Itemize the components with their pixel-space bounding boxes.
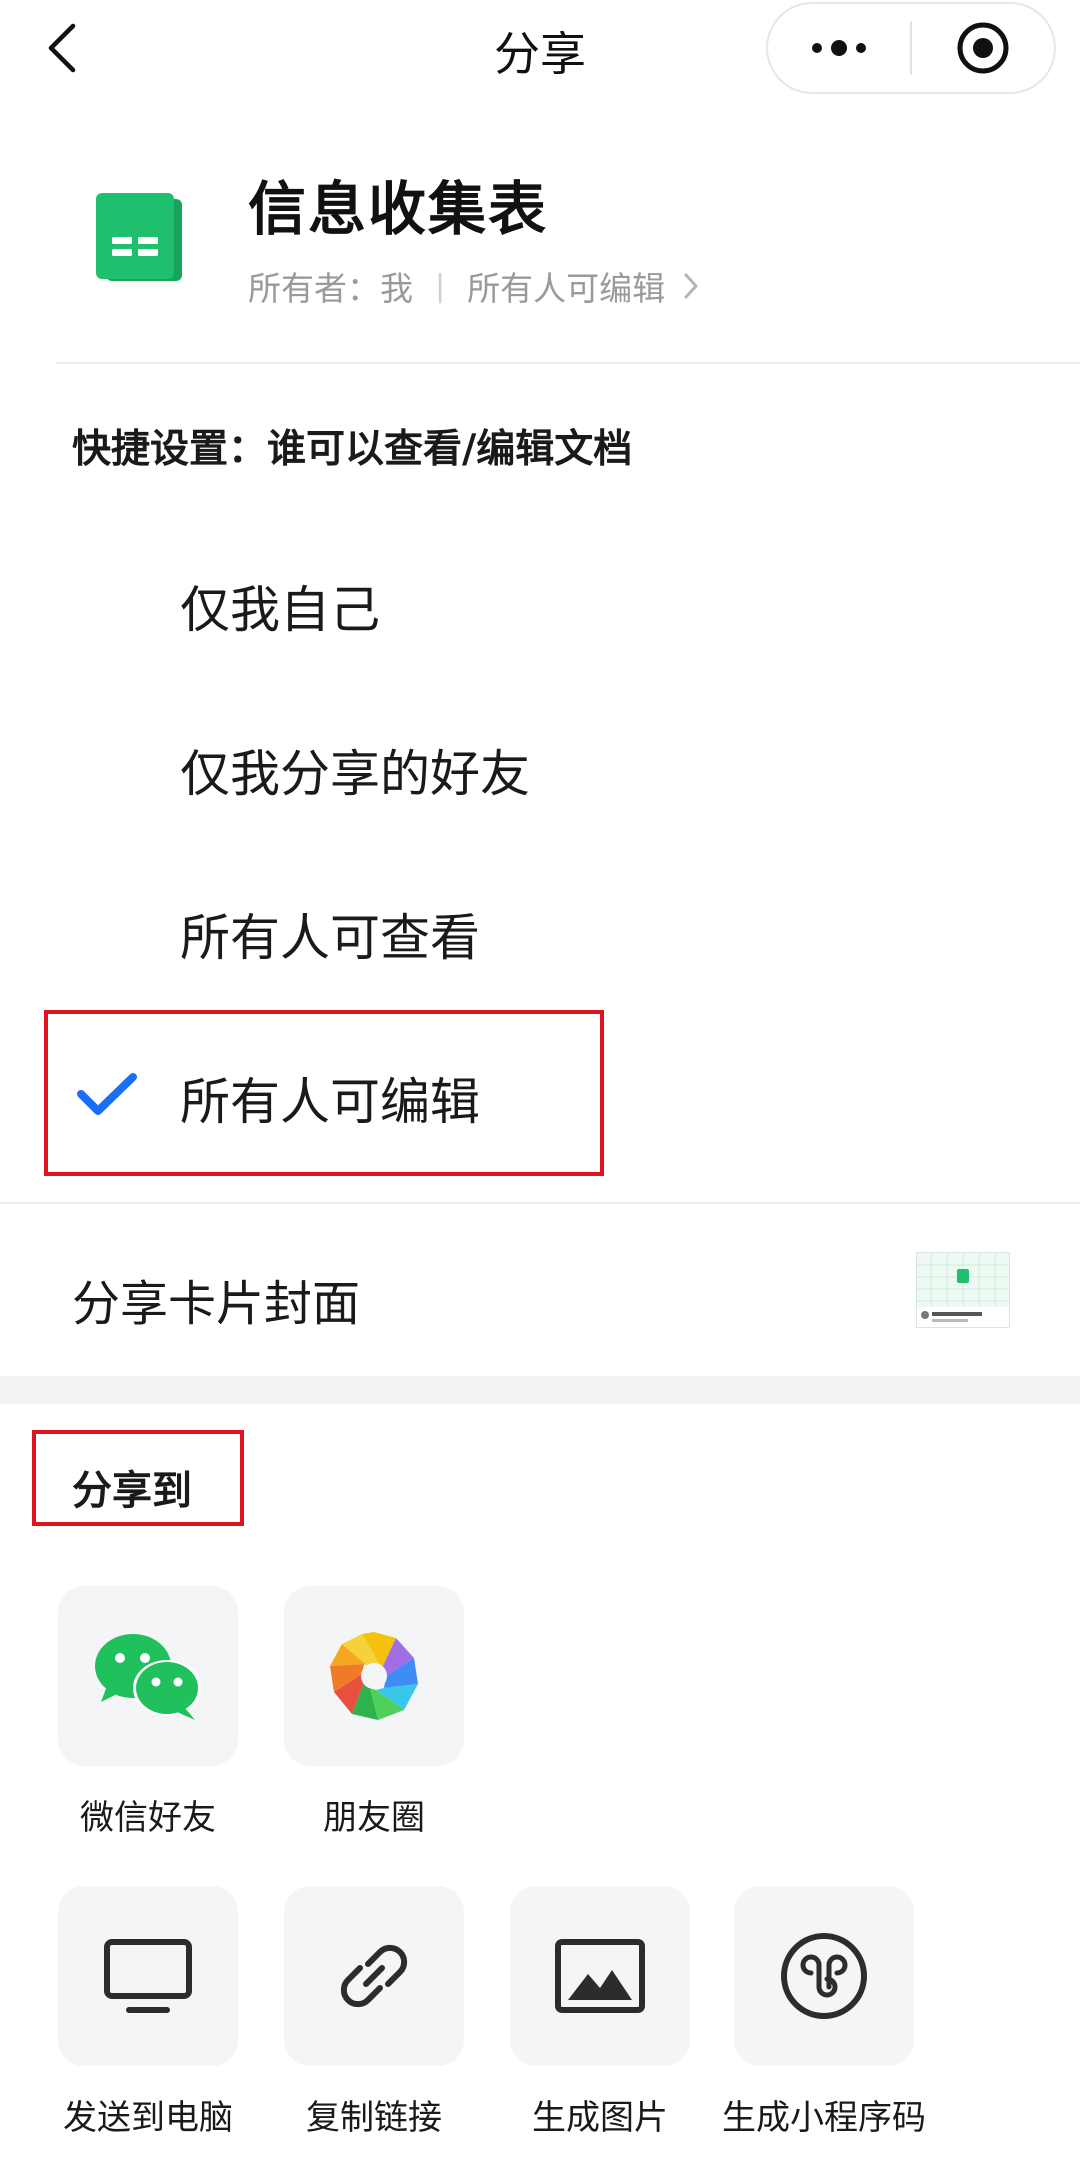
tile-caption: 微信好友 bbox=[80, 1798, 216, 1838]
share-card-cover-label: 分享卡片封面 bbox=[72, 1276, 361, 1332]
tile-box bbox=[284, 1886, 464, 2066]
tile-box bbox=[284, 1586, 464, 1766]
share-moments[interactable]: 朋友圈 bbox=[284, 1586, 464, 1838]
annotation-highlight-box bbox=[32, 1430, 244, 1526]
document-title: 信息收集表 bbox=[248, 175, 549, 243]
more-dots-icon bbox=[812, 40, 866, 56]
quick-settings-label: 快捷设置：谁可以查看/编辑文档 bbox=[72, 427, 633, 472]
generate-mini-program-code[interactable]: 生成小程序码 bbox=[722, 1886, 926, 2138]
owner-label: 所有者：我 bbox=[248, 269, 413, 308]
tile-box bbox=[510, 1886, 690, 2066]
divider bbox=[56, 362, 1080, 364]
send-to-computer[interactable]: 发送到电脑 bbox=[58, 1886, 238, 2138]
tile-box bbox=[58, 1586, 238, 1766]
more-button[interactable] bbox=[768, 4, 910, 92]
annotation-highlight-box bbox=[44, 1010, 604, 1176]
share-wechat-friend[interactable]: 微信好友 bbox=[58, 1586, 238, 1838]
tile-box bbox=[58, 1886, 238, 2066]
spreadsheet-icon bbox=[96, 193, 184, 283]
generate-image[interactable]: 生成图片 bbox=[510, 1886, 690, 2138]
option-only-me[interactable]: 仅我自己 bbox=[0, 526, 1080, 676]
permission-label: 所有人可编辑 bbox=[467, 269, 666, 308]
tile-caption: 发送到电脑 bbox=[63, 2098, 233, 2138]
monitor-icon bbox=[104, 1939, 192, 2013]
option-label: 所有人可查看 bbox=[180, 909, 480, 967]
divider bbox=[0, 1202, 1080, 1204]
miniprogram-code-icon bbox=[781, 1933, 867, 2019]
tile-caption: 生成图片 bbox=[532, 2098, 668, 2138]
tile-caption: 朋友圈 bbox=[323, 1798, 425, 1838]
option-shared-friends[interactable]: 仅我分享的好友 bbox=[0, 690, 1080, 840]
document-meta[interactable]: 所有者：我 | 所有人可编辑 bbox=[248, 262, 699, 310]
share-card-cover-row[interactable]: 分享卡片封面 bbox=[0, 1206, 1080, 1376]
copy-link[interactable]: 复制链接 bbox=[284, 1886, 464, 2138]
close-mini-program-button[interactable] bbox=[912, 4, 1054, 92]
tile-caption: 生成小程序码 bbox=[722, 2098, 926, 2138]
wechat-icon bbox=[95, 1634, 201, 1720]
meta-separator: | bbox=[435, 268, 446, 304]
target-circle-icon bbox=[957, 22, 1009, 74]
tile-caption: 复制链接 bbox=[306, 2098, 442, 2138]
chevron-right-icon bbox=[683, 272, 699, 300]
top-bar: 分享 bbox=[0, 0, 1080, 96]
image-icon bbox=[555, 1939, 645, 2013]
moments-icon bbox=[330, 1632, 418, 1720]
option-label: 仅我自己 bbox=[180, 581, 380, 639]
cover-thumbnail bbox=[916, 1252, 1010, 1328]
section-separator bbox=[0, 1376, 1080, 1404]
mini-program-capsule bbox=[766, 2, 1056, 94]
link-icon bbox=[340, 1944, 408, 2008]
option-everyone-view[interactable]: 所有人可查看 bbox=[0, 854, 1080, 1004]
tile-box bbox=[734, 1886, 914, 2066]
option-label: 仅我分享的好友 bbox=[180, 745, 530, 803]
